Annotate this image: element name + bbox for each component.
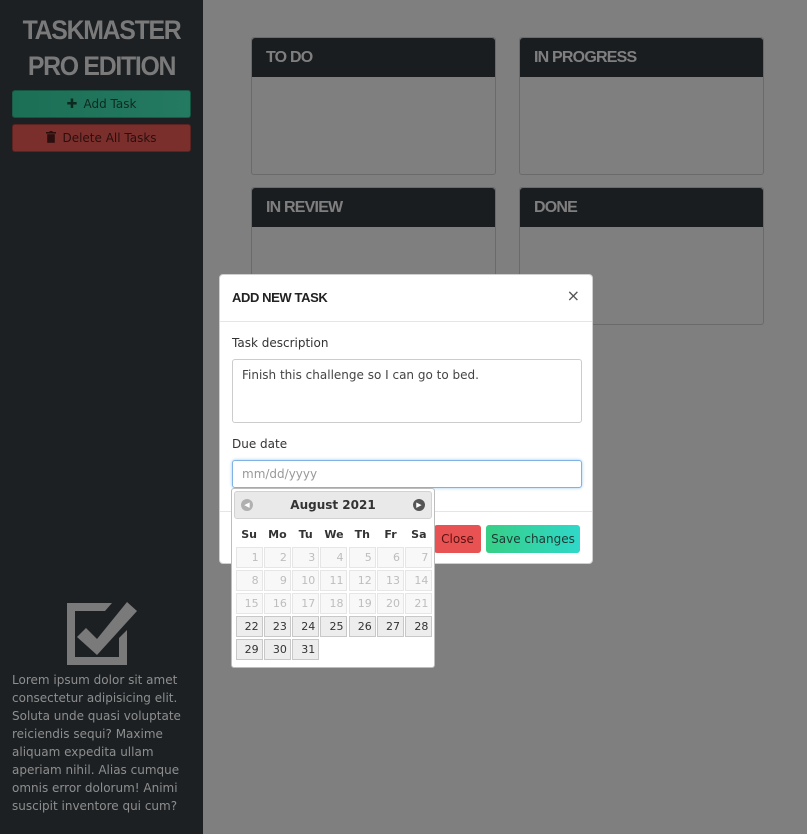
calendar-day: 12 (348, 570, 376, 591)
calendar-day: 15 (235, 593, 263, 614)
sidebar-about-text: Lorem ipsum dolor sit amet consectetur a… (12, 673, 181, 813)
task-description-label: Task description (232, 336, 329, 350)
calendar-day[interactable]: 30 (263, 639, 291, 660)
calendar-day: 14 (405, 570, 433, 591)
due-date-input[interactable] (232, 460, 582, 488)
calendar-week-row: 29 30 31 (235, 638, 433, 661)
add-task-button[interactable]: ✚ Add Task (12, 90, 191, 118)
datepicker-calendar: Su Mo Tu We Th Fr Sa 1 2 3 4 5 6 7 8 9 10 11 12 13 14 15 16 17 1… (235, 523, 433, 661)
weekday-label: Tu (298, 528, 313, 541)
calendar-day: 13 (377, 570, 405, 591)
calendar-day: 11 (320, 570, 348, 591)
plus-icon: ✚ (66, 96, 78, 112)
close-icon[interactable]: × (567, 286, 580, 305)
sidebar: TASKMASTER PRO EDITION ✚ Add Task Delete… (0, 0, 203, 834)
calendar-week-row: 15 16 17 18 19 20 21 (235, 592, 433, 615)
weekday-label: Th (354, 528, 370, 541)
save-changes-button[interactable]: Save changes (486, 525, 580, 553)
calendar-day: 20 (377, 593, 405, 614)
calendar-day: 19 (348, 593, 376, 614)
add-task-label: Add Task (83, 97, 137, 111)
app-title: TASKMASTER PRO EDITION (22, 15, 182, 81)
modal-header: ADD NEW TASK × (220, 275, 592, 322)
weekday-label: Sa (411, 528, 427, 541)
calendar-day: 16 (263, 593, 291, 614)
calendar-week-row: 8 9 10 11 12 13 14 (235, 569, 433, 592)
calendar-day[interactable]: 26 (348, 616, 376, 637)
delete-all-tasks-label: Delete All Tasks (62, 131, 157, 145)
calendar-day[interactable]: 28 (405, 616, 433, 637)
close-button[interactable]: Close (434, 525, 481, 553)
weekday-label: We (324, 528, 344, 541)
calendar-day: 21 (405, 593, 433, 614)
calendar-day: 1 (235, 547, 263, 568)
weekday-label: Su (241, 528, 258, 541)
calendar-day: 10 (292, 570, 320, 591)
calendar-day[interactable]: 24 (292, 616, 320, 637)
chevron-right-icon[interactable]: ▶ (413, 499, 425, 511)
calendar-day: 18 (320, 593, 348, 614)
datepicker: ◀ August 2021 ▶ Su Mo Tu We Th Fr Sa 1 2 3 4 5 6 7 8 9 1… (231, 488, 435, 668)
calendar-day: 6 (377, 547, 405, 568)
datepicker-month-title: August 2021 (290, 498, 376, 512)
weekday-label: Mo (268, 528, 287, 541)
checkbox-checked-icon (67, 602, 137, 665)
weekday-label: Fr (384, 528, 397, 541)
weekday-header-row: Su Mo Tu We Th Fr Sa (235, 523, 433, 546)
calendar-day[interactable]: 31 (292, 639, 320, 660)
calendar-day[interactable]: 23 (263, 616, 291, 637)
calendar-day[interactable]: 22 (235, 616, 263, 637)
calendar-week-row: 1234567 (235, 546, 433, 569)
calendar-day: 8 (235, 570, 263, 591)
calendar-day: 4 (320, 547, 348, 568)
delete-all-tasks-button[interactable]: Delete All Tasks (12, 124, 191, 152)
calendar-day: 3 (292, 547, 320, 568)
task-description-input[interactable]: Finish this challenge so I can go to bed… (232, 359, 582, 423)
calendar-week-row: 22 23 24 25 26 27 28 (235, 615, 433, 638)
calendar-day[interactable]: 27 (377, 616, 405, 637)
calendar-day[interactable]: 29 (235, 639, 263, 660)
calendar-day: 2 (263, 547, 291, 568)
calendar-day: 7 (405, 547, 433, 568)
calendar-day: 17 (292, 593, 320, 614)
calendar-day: 5 (348, 547, 376, 568)
modal-title: ADD NEW TASK (232, 290, 328, 305)
datepicker-header: ◀ August 2021 ▶ (234, 491, 432, 519)
calendar-day: 9 (263, 570, 291, 591)
calendar-day[interactable]: 25 (320, 616, 348, 637)
due-date-label: Due date (232, 437, 288, 451)
trash-icon (46, 130, 57, 146)
